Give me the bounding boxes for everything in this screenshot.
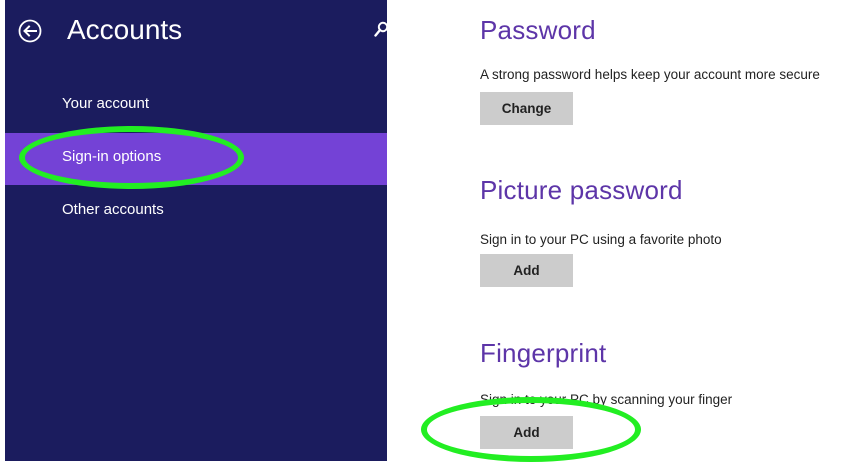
change-password-button[interactable]: Change: [480, 92, 573, 125]
sidebar-item-label: Sign-in options: [62, 148, 162, 165]
main-content: Password A strong password helps keep yo…: [480, 0, 850, 461]
sidebar-item-sign-in-options[interactable]: Sign-in options: [5, 133, 387, 185]
sidebar-item-your-account[interactable]: Your account: [5, 80, 387, 132]
sidebar-item-label: Other accounts: [62, 201, 164, 218]
sidebar-item-other-accounts[interactable]: Other accounts: [5, 186, 387, 238]
password-description: A strong password helps keep your accoun…: [480, 67, 820, 82]
picture-password-description: Sign in to your PC using a favorite phot…: [480, 232, 722, 247]
fingerprint-title: Fingerprint: [480, 338, 607, 368]
page-title: Accounts: [67, 14, 183, 45]
back-arrow-icon[interactable]: [18, 19, 42, 43]
search-icon[interactable]: [374, 21, 389, 37]
add-picture-password-button[interactable]: Add: [480, 254, 573, 287]
sidebar-item-label: Your account: [62, 95, 150, 112]
fingerprint-description: Sign in to your PC by scanning your fing…: [480, 392, 733, 407]
picture-password-title: Picture password: [480, 175, 683, 205]
password-title: Password: [480, 15, 596, 45]
add-fingerprint-button[interactable]: Add: [480, 416, 573, 449]
